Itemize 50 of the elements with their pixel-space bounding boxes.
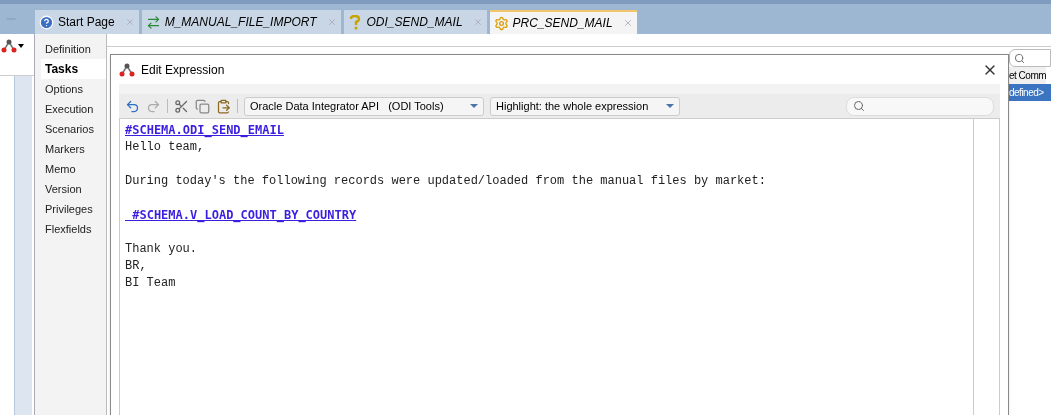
side-nav-item[interactable]: Scenarios xyxy=(41,119,106,139)
scrollbar[interactable] xyxy=(14,76,32,415)
tab-label: M_MANUAL_FILE_IMPORT xyxy=(164,14,317,31)
expression-line: Hello team, xyxy=(125,139,205,156)
table-cell[interactable]: defined> xyxy=(1009,84,1051,101)
expression-line: BR, xyxy=(125,258,147,275)
dialog-title: Edit Expression xyxy=(141,61,225,79)
tab-label: ODI_SEND_MAIL xyxy=(366,14,463,31)
expression-link[interactable]: #SCHEMA.V_LOAD_COUNT_BY_COUNTRY xyxy=(125,207,357,224)
api-dropdown[interactable]: Oracle Data Integrator API (ODI Tools) xyxy=(244,96,484,116)
tab-label: Start Page xyxy=(58,14,115,31)
expression-editor[interactable]: #SCHEMA.ODI_SEND_EMAIL Hello team, During today's the following records were updated/loaded from the manual files by market: #SCHEMA.V_LOAD_COUNT_BY_COUNTRY Thank you. BR, BI Team xyxy=(119,118,974,415)
editor-tab[interactable]: ODI_SEND_MAIL xyxy=(343,10,487,34)
editor-tab[interactable]: PRC_SEND_MAIL xyxy=(489,10,637,34)
arrows-icon xyxy=(145,14,161,30)
scissors-icon[interactable] xyxy=(174,98,189,114)
redo-icon[interactable] xyxy=(146,98,161,114)
side-nav-item[interactable]: Execution xyxy=(41,99,106,119)
scrollbar[interactable] xyxy=(974,118,1000,415)
caret-icon[interactable] xyxy=(18,44,24,48)
search-icon xyxy=(853,100,865,112)
undo-icon[interactable] xyxy=(125,98,140,114)
expression-line: Thank you. xyxy=(125,241,197,258)
side-nav-item[interactable]: Markers xyxy=(41,139,106,159)
search-icon xyxy=(1014,52,1025,64)
search-field[interactable] xyxy=(846,96,994,116)
expression-line: BI Team xyxy=(125,275,176,292)
side-nav-item[interactable]: Options xyxy=(41,79,106,99)
side-nav-item[interactable]: Memo xyxy=(41,159,106,179)
side-nav-item[interactable]: Version xyxy=(41,179,106,199)
copy-icon[interactable] xyxy=(195,98,210,114)
nodes-icon xyxy=(119,61,135,78)
column-header: et Comm xyxy=(1009,67,1047,84)
editor-tab[interactable]: M_MANUAL_FILE_IMPORT xyxy=(141,10,341,34)
side-nav-item[interactable]: Tasks xyxy=(41,59,106,79)
paste-icon[interactable] xyxy=(216,98,231,114)
side-nav-item[interactable]: Flexfields xyxy=(41,219,106,239)
nodes-icon xyxy=(1,38,17,54)
gear-icon xyxy=(493,15,509,31)
caret-icon xyxy=(470,104,478,108)
highlight-dropdown[interactable]: Highlight: the whole expression xyxy=(490,96,680,116)
question-mark-icon xyxy=(347,14,363,30)
expression-link[interactable]: #SCHEMA.ODI_SEND_EMAIL xyxy=(125,122,284,139)
side-nav-item[interactable]: Definition xyxy=(41,39,106,59)
editor-tab[interactable]: Start Page xyxy=(35,10,139,34)
side-nav-item[interactable]: Privileges xyxy=(41,199,106,219)
caret-icon xyxy=(666,104,674,108)
expression-line: During today's the following records were updated/loaded from the manual files by market: xyxy=(125,173,766,190)
tab-label: PRC_SEND_MAIL xyxy=(512,15,613,32)
help-icon xyxy=(39,14,54,30)
